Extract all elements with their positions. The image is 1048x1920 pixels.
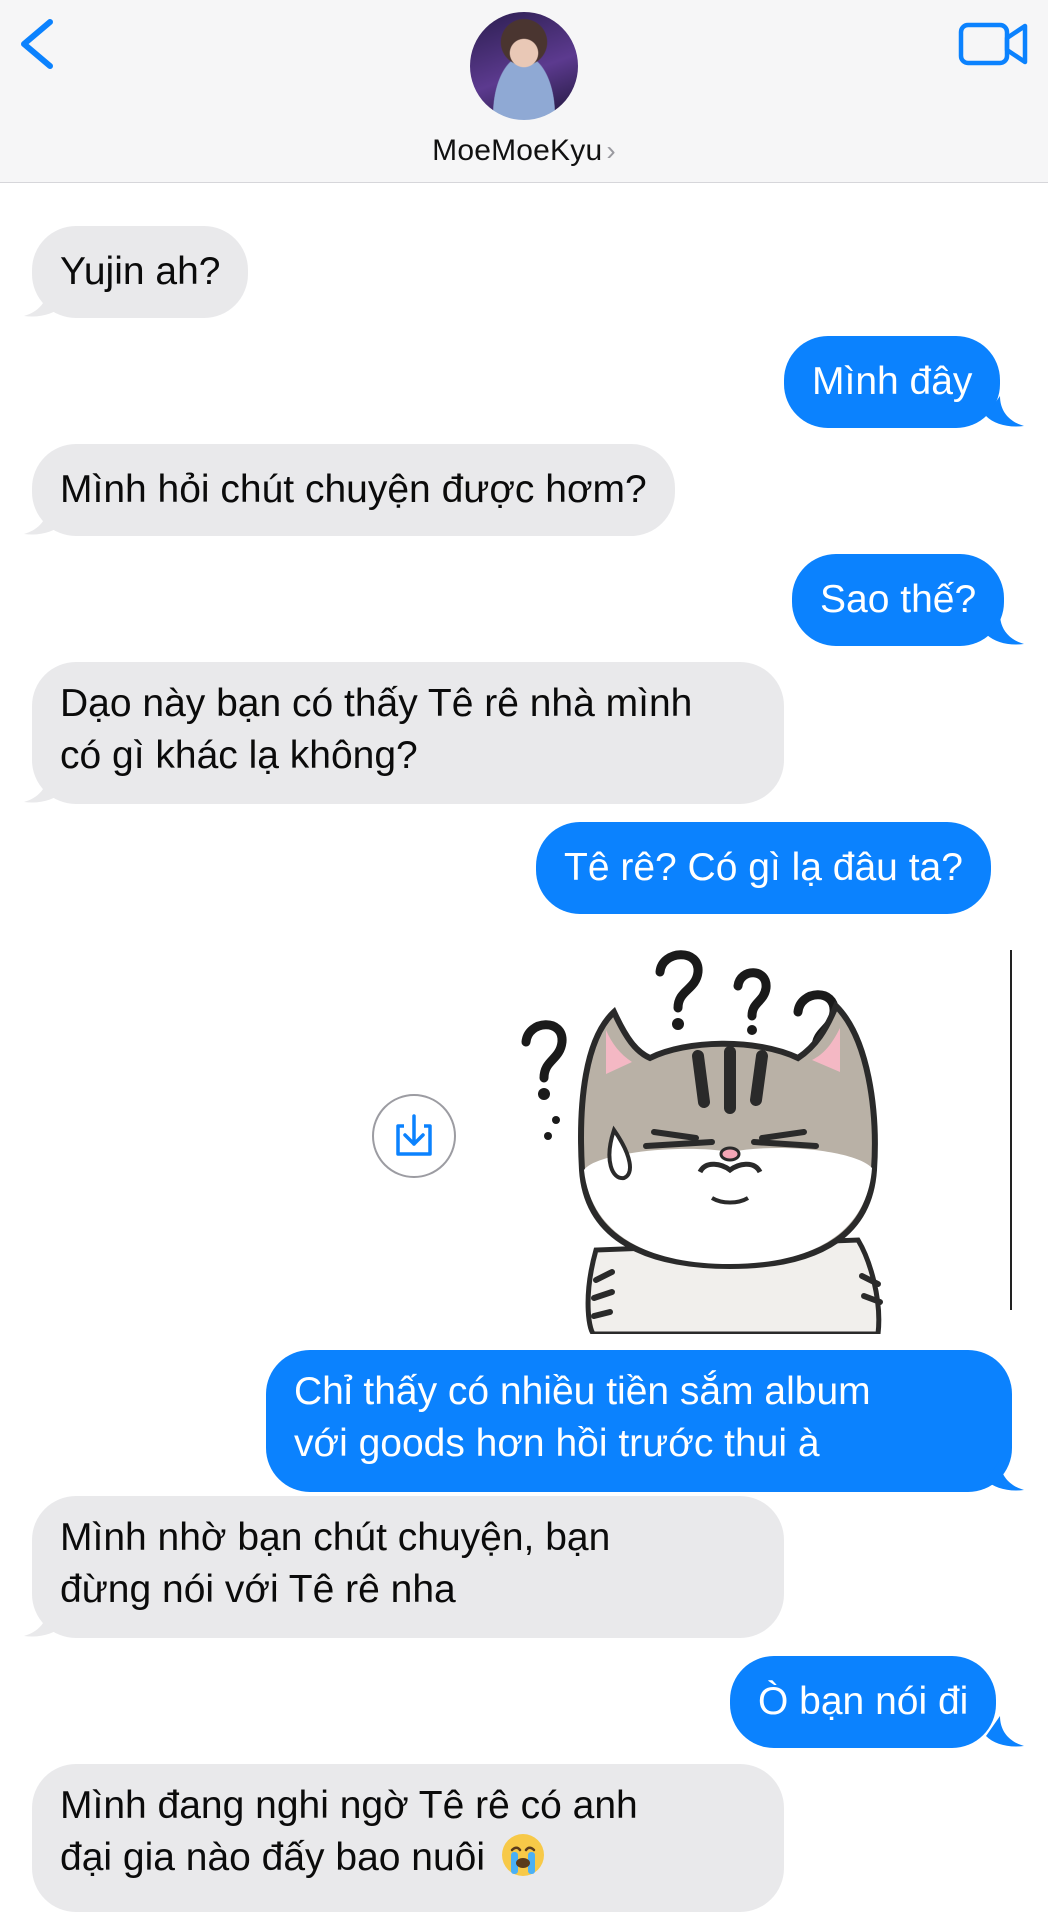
bubble-tail xyxy=(986,614,1024,645)
incoming-message-bubble[interactable]: Dạo này bạn có thấy Tê rê nhà mình có gì… xyxy=(32,662,784,804)
bubble-tail xyxy=(986,1460,1024,1491)
loudly-crying-face-icon xyxy=(501,1834,544,1876)
bubble-tail xyxy=(24,504,62,535)
outgoing-message-bubble[interactable]: Sao thế? xyxy=(792,554,1005,646)
message-text: Sao thế? xyxy=(820,578,977,621)
download-icon xyxy=(396,1114,432,1156)
message-text-line: Chỉ thấy có nhiều tiền sắm album xyxy=(294,1370,871,1413)
message-text-line: có gì khác lạ không? xyxy=(60,734,418,777)
chevron-right-icon: › xyxy=(606,135,616,166)
incoming-message-bubble[interactable]: Yujin ah? xyxy=(32,226,249,318)
bubble-tail xyxy=(24,772,62,803)
bubble-tail xyxy=(986,396,1024,427)
incoming-message-bubble[interactable]: Mình đang nghi ngờ Tê rê có anh đại gia … xyxy=(32,1764,784,1912)
bubble-tail xyxy=(986,1716,1024,1747)
message-text: Yujin ah? xyxy=(60,250,221,293)
contact-avatar[interactable] xyxy=(470,12,578,120)
incoming-message-bubble[interactable]: Mình hỏi chút chuyện được hơm? xyxy=(32,444,675,536)
video-camera-icon[interactable] xyxy=(958,16,1028,70)
message-text-line-with-emoji: đại gia nào đấy bao nuôi xyxy=(60,1832,756,1884)
message-text: Ò bạn nói đi xyxy=(758,1680,969,1723)
message-text-line: Mình nhờ bạn chút chuyện, bạn xyxy=(60,1516,611,1559)
back-chevron-icon[interactable] xyxy=(14,14,64,74)
incoming-message-bubble[interactable]: Mình nhờ bạn chút chuyện, bạn đừng nói v… xyxy=(32,1496,784,1638)
message-text-line: Dạo này bạn có thấy Tê rê nhà mình xyxy=(60,682,693,725)
message-text-line: với goods hơn hồi trước thui à xyxy=(294,1422,820,1465)
outgoing-message-bubble[interactable]: Tê rê? Có gì lạ đâu ta? xyxy=(536,822,991,914)
message-text: Tê rê? Có gì lạ đâu ta? xyxy=(564,846,963,889)
bubble-tail xyxy=(24,286,62,317)
confused-cat-sticker[interactable] xyxy=(486,920,1010,1337)
cat-sticker-image xyxy=(521,950,883,1337)
contact-name: MoeMoeKyu xyxy=(432,134,603,167)
outgoing-message-bubble[interactable]: Chỉ thấy có nhiều tiền sắm album với goo… xyxy=(266,1350,1012,1492)
message-text-line: Mình đang nghi ngờ Tê rê có anh xyxy=(60,1784,638,1827)
outgoing-message-bubble[interactable]: Mình đây xyxy=(784,336,1001,428)
message-text-line: đại gia nào đấy bao nuôi xyxy=(60,1836,486,1879)
contact-name-link[interactable]: MoeMoeKyu › xyxy=(0,134,1048,168)
save-sticker-button[interactable] xyxy=(372,1094,456,1178)
message-text-line: đừng nói với Tê rê nha xyxy=(60,1568,456,1611)
sticker-edge-line xyxy=(1010,950,1012,1310)
bubble-tail xyxy=(24,1606,62,1637)
message-text: Mình hỏi chút chuyện được hơm? xyxy=(60,468,647,511)
conversation-header: MoeMoeKyu › xyxy=(0,0,1048,183)
outgoing-message-bubble[interactable]: Ò bạn nói đi xyxy=(730,1656,997,1748)
message-text: Mình đây xyxy=(812,360,973,403)
